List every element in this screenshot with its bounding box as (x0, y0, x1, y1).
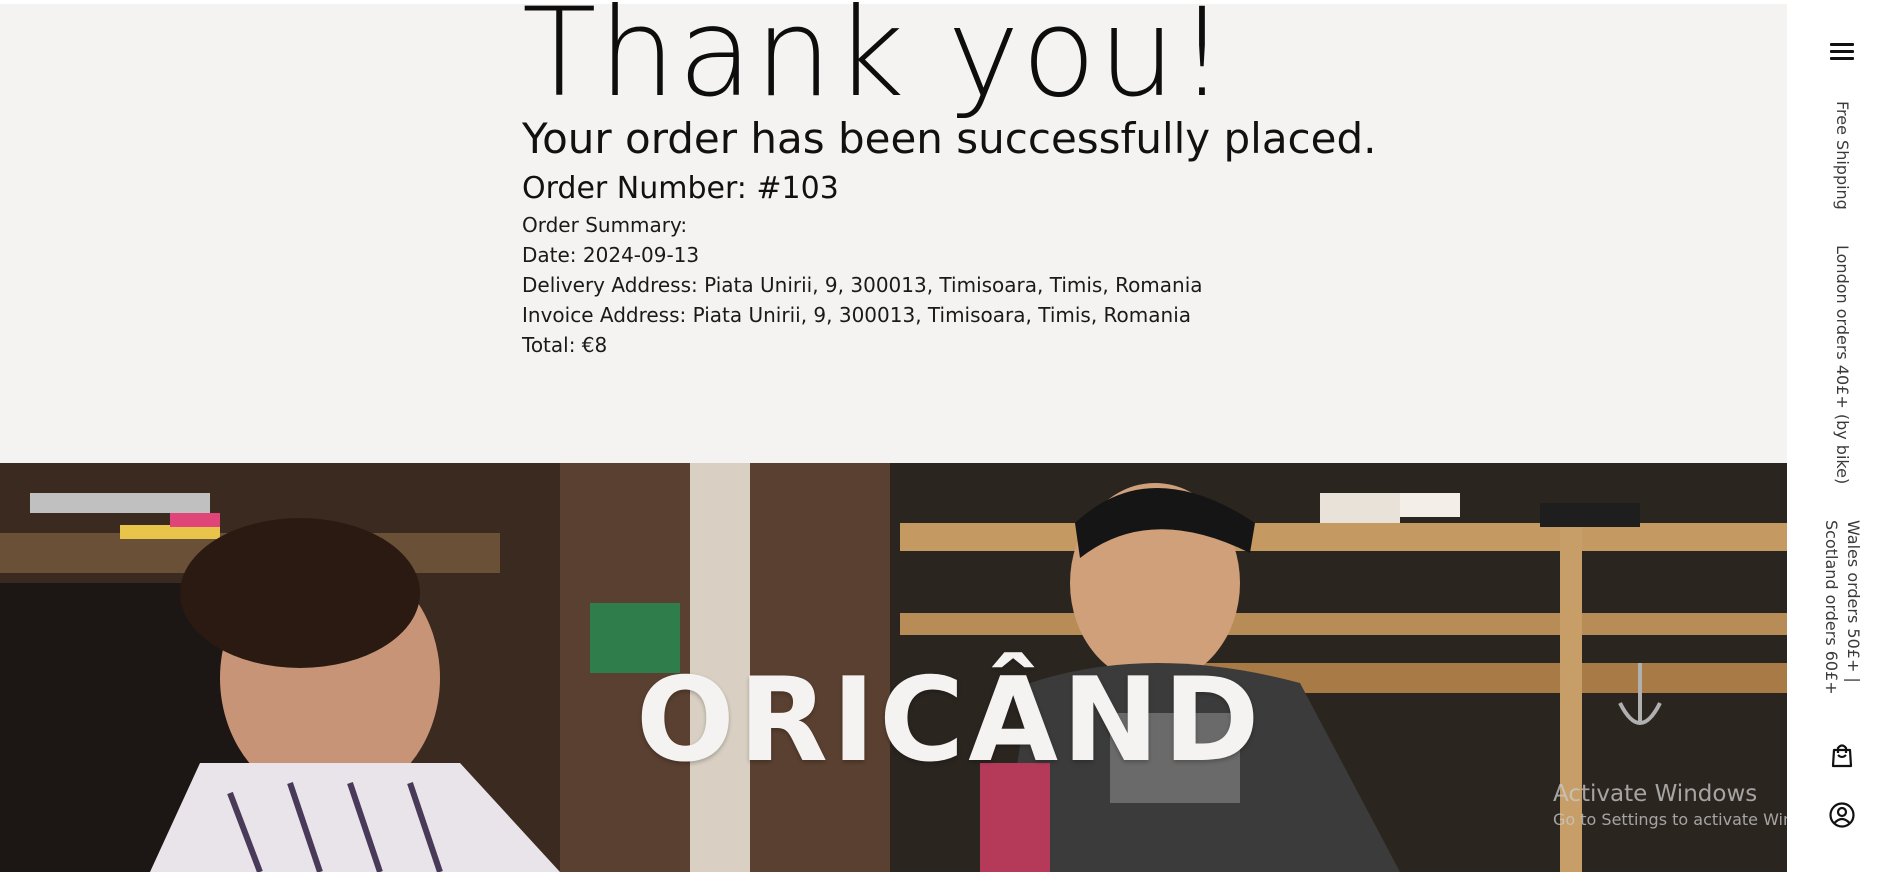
order-summary: Order Summary: Date: 2024-09-13 Delivery… (522, 210, 1722, 360)
delivery-address: Delivery Address: Piata Unirii, 9, 30001… (522, 273, 1203, 297)
shipping-wales-info: Wales orders 50£+ | (1844, 520, 1863, 683)
thank-you-title: Thank you! (522, 0, 1229, 124)
windows-activation-watermark: Activate Windows Go to Settings to activ… (1553, 779, 1787, 831)
hamburger-menu-icon[interactable] (1830, 41, 1854, 61)
user-account-icon[interactable] (1828, 801, 1856, 829)
order-total: Total: €8 (522, 333, 608, 357)
hero-heading: ORICÂND (636, 653, 1264, 788)
free-shipping-label: Free Shipping (1833, 101, 1852, 210)
main-content: Thank you! Your order has been successfu… (0, 0, 1787, 872)
order-confirmation: Thank you! Your order has been successfu… (0, 0, 1787, 463)
success-message: Your order has been successfully placed. (522, 114, 1377, 163)
invoice-address: Invoice Address: Piata Unirii, 9, 300013… (522, 303, 1192, 327)
shopping-bag-icon[interactable] (1828, 741, 1856, 769)
order-number: Order Number: #103 (522, 171, 839, 206)
watermark-line-2: Go to Settings to activate Windows. (1553, 810, 1787, 829)
watermark-line-1: Activate Windows (1553, 781, 1758, 807)
order-date: Date: 2024-09-13 (522, 243, 700, 267)
shipping-london-info: London orders 40£+ (by bike) (1833, 245, 1852, 485)
order-summary-label: Order Summary: (522, 213, 688, 237)
hero-banner: ORICÂND Activate Windows Go to Settings … (0, 463, 1787, 872)
shipping-scotland-info: Scotland orders 60£+ (1822, 520, 1841, 695)
confirmation-content: Thank you! Your order has been successfu… (522, 0, 1722, 360)
page: Thank you! Your order has been successfu… (0, 0, 1902, 872)
